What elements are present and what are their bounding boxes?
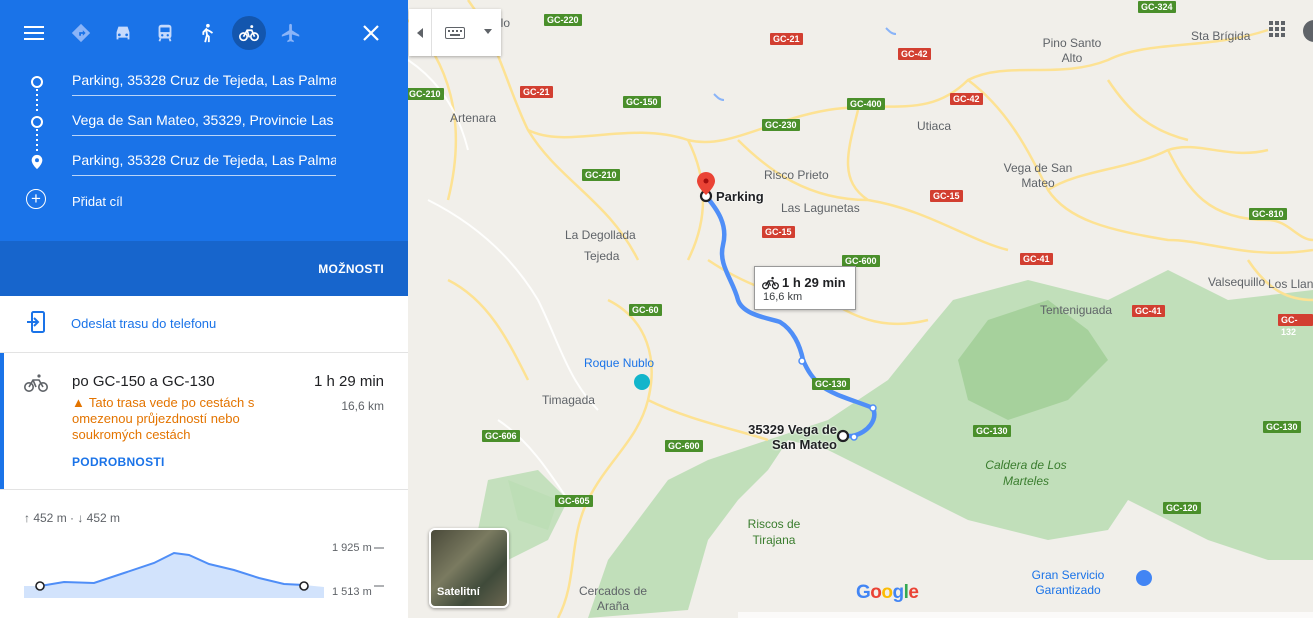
- place-label: Los Llanet: [1268, 277, 1313, 291]
- road-shield: GC-132: [1278, 314, 1313, 337]
- area-label: Caldera de Los Marteles: [985, 458, 1067, 488]
- route-connector: [36, 89, 38, 113]
- bike-icon: [24, 374, 48, 392]
- route-distance: 16,6 km: [341, 399, 384, 413]
- poi-label[interactable]: Gran Servicio Garantizado: [1020, 568, 1116, 598]
- shop-poi-icon[interactable]: [1136, 570, 1152, 586]
- origin-dot-icon: [31, 76, 43, 88]
- route-warning-text: Tato trasa vede po cestách s omezenou pr…: [72, 395, 255, 442]
- road-shield: GC-130: [973, 425, 1011, 437]
- map-canvas[interactable]: GC-220 GC-21 GC-42 GC-324 GC-210 GC-21 G…: [406, 0, 1313, 618]
- road-shield: GC-400: [847, 98, 885, 110]
- place-label: Sta Brígida: [1191, 29, 1251, 43]
- place-label: La Degollada: [565, 228, 636, 242]
- satellite-label: Satelitní: [437, 586, 480, 598]
- callout-distance: 16,6 km: [763, 291, 803, 303]
- elevation-stats: ↑ 452 m · ↓ 452 m: [24, 511, 121, 525]
- road-shield: GC-41: [1020, 253, 1053, 265]
- road-shield: GC-41: [1132, 305, 1165, 317]
- transit-icon[interactable]: [148, 16, 182, 50]
- road-shield: GC-810: [1249, 208, 1287, 220]
- chevron-down-icon[interactable]: [484, 29, 492, 35]
- road-shield: GC-600: [665, 440, 703, 452]
- directions-panel: Parking, 35328 Cruz de Tejeda, Las Palma…: [0, 0, 408, 618]
- road-shield: GC-42: [898, 48, 931, 60]
- road-shield: GC-230: [762, 119, 800, 131]
- google-logo: Google: [856, 582, 919, 603]
- place-label: Tenteniguada: [1040, 303, 1113, 317]
- add-destination-icon[interactable]: +: [26, 189, 46, 209]
- road-shield: GC-120: [1163, 502, 1201, 514]
- waypoint-input[interactable]: Vega de San Mateo, 35329, Provincie Las …: [72, 109, 336, 136]
- place-label: Timagada: [542, 393, 595, 407]
- selected-route-indicator: [0, 353, 4, 489]
- destination-pin-icon: [31, 154, 43, 170]
- poi-label[interactable]: Roque Nublo: [584, 356, 654, 370]
- road-shield: GC-210: [582, 169, 620, 181]
- place-label: Utiaca: [917, 119, 952, 133]
- bike-icon: [762, 276, 779, 290]
- route-option[interactable]: po GC-150 a GC-130 1 h 29 min 16,6 km ▲ T…: [0, 353, 408, 490]
- route-time: 1 h 29 min: [313, 373, 384, 390]
- place-label: Tejeda: [584, 249, 620, 263]
- park-poi-icon[interactable]: [634, 374, 650, 390]
- keyboard-icon[interactable]: [445, 27, 465, 39]
- route-connector: [36, 129, 38, 153]
- flight-icon[interactable]: [274, 16, 308, 50]
- callout-time: 1 h 29 min: [782, 275, 846, 290]
- place-label: Pino Santo Alto: [1042, 36, 1102, 65]
- area-label: Riscos de Tirajana: [747, 517, 801, 547]
- road-shield: GC-21: [770, 33, 803, 45]
- road-shield: GC-130: [1263, 421, 1301, 433]
- road-shield: GC-21: [520, 86, 553, 98]
- road-shield: GC-606: [482, 430, 520, 442]
- elevation-profile: ↑ 452 m · ↓ 452 m 1 925 m 1 513 m: [0, 490, 408, 618]
- elevation-chart: [24, 547, 384, 598]
- route-warning: ▲ Tato trasa vede po cestách s omezenou p…: [72, 395, 292, 443]
- bike-icon[interactable]: [232, 16, 266, 50]
- warning-icon: ▲: [72, 395, 85, 410]
- waypoint-place-label: 35329 Vega de San Mateo: [748, 422, 837, 452]
- place-label: Risco Prieto: [764, 168, 829, 182]
- car-icon[interactable]: [106, 16, 140, 50]
- road-shield: GC-15: [762, 226, 795, 238]
- map-input-tools: [409, 9, 501, 56]
- road-shield: GC-324: [1138, 1, 1176, 13]
- road-shield: GC-130: [812, 378, 850, 390]
- directions-mode-icon[interactable]: [64, 16, 98, 50]
- chevron-left-icon: [417, 28, 423, 38]
- waypoint-dot-icon: [31, 116, 43, 128]
- walk-icon[interactable]: [190, 16, 224, 50]
- place-label: Artenara: [450, 111, 497, 125]
- road-shield: GC-220: [544, 14, 582, 26]
- details-button[interactable]: PODROBNOSTI: [72, 455, 165, 469]
- road-shield: GC-60: [629, 304, 662, 316]
- attribution-bar: [738, 612, 1313, 618]
- phone-send-icon: [27, 311, 45, 333]
- apps-grid-icon[interactable]: [1268, 20, 1286, 38]
- place-label: Las Lagunetas: [781, 201, 860, 215]
- destination-input[interactable]: Parking, 35328 Cruz de Tejeda, Las Palma…: [72, 149, 336, 176]
- send-to-phone-link[interactable]: Odeslat trasu do telefonu: [71, 316, 216, 331]
- road-shield: GC-605: [555, 495, 593, 507]
- travel-mode-bar: [0, 16, 408, 50]
- add-destination-button[interactable]: Přidat cíl: [72, 194, 123, 209]
- route-via: po GC-150 a GC-130: [72, 373, 215, 390]
- origin-input[interactable]: Parking, 35328 Cruz de Tejeda, Las Palma…: [72, 69, 336, 96]
- road-shield: GC-210: [406, 88, 444, 100]
- road-shield: GC-42: [950, 93, 983, 105]
- place-label: Vega de San Mateo: [1003, 161, 1073, 190]
- send-to-phone-row[interactable]: Odeslat trasu do telefonu: [0, 296, 408, 353]
- place-label: Valsequillo: [1208, 275, 1266, 289]
- start-place-label: Parking: [716, 189, 764, 204]
- options-bar: MOŽNOSTI: [0, 241, 408, 296]
- road-shield: GC-15: [930, 190, 963, 202]
- route-callout[interactable]: 1 h 29 min 16,6 km: [754, 266, 856, 310]
- place-label: Cercados de Araña: [578, 584, 648, 613]
- options-button[interactable]: MOŽNOSTI: [318, 262, 384, 276]
- close-icon[interactable]: [360, 22, 382, 44]
- road-shield: GC-150: [623, 96, 661, 108]
- satellite-toggle[interactable]: Satelitní: [429, 528, 509, 608]
- collapse-panel-button[interactable]: [409, 9, 432, 56]
